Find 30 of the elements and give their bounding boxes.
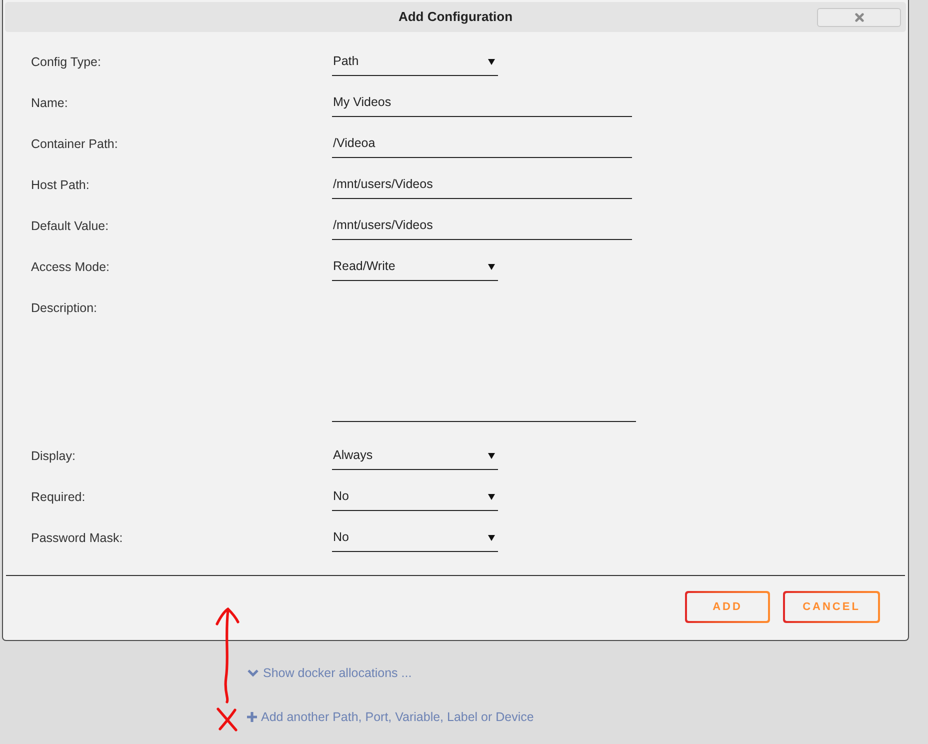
field-label: Password Mask: bbox=[31, 530, 123, 547]
plus-icon bbox=[247, 712, 257, 722]
dropdown[interactable]: Read/Write bbox=[332, 253, 498, 281]
caret-icon bbox=[488, 58, 495, 64]
field-label: Host Path: bbox=[31, 177, 90, 194]
caret-icon bbox=[488, 452, 495, 458]
chevron-down-icon bbox=[247, 669, 259, 677]
text-field[interactable]: /mnt/users/Videos bbox=[332, 171, 632, 199]
close-button[interactable] bbox=[817, 8, 901, 26]
field-label: Config Type: bbox=[31, 54, 101, 71]
cross-mark bbox=[216, 708, 238, 732]
caret-icon bbox=[488, 494, 495, 500]
field-label: Display: bbox=[31, 448, 76, 465]
text-field[interactable]: /mnt/users/Videos bbox=[332, 212, 632, 240]
field-label: Required: bbox=[31, 489, 86, 506]
dialog-title: Add Configuration bbox=[398, 9, 513, 25]
dropdown[interactable]: No bbox=[332, 483, 498, 511]
dropdown[interactable]: Always bbox=[332, 442, 498, 470]
text-field[interactable]: /Videoa bbox=[332, 130, 632, 158]
caret-icon bbox=[488, 534, 495, 540]
dropdown[interactable]: No bbox=[332, 524, 498, 552]
dropdown[interactable]: Path bbox=[332, 48, 498, 76]
field-label: Name: bbox=[31, 95, 68, 112]
field-label: Description: bbox=[31, 300, 97, 317]
close-icon bbox=[854, 12, 864, 22]
field-label: Access Mode: bbox=[31, 259, 110, 276]
field-label: Default Value: bbox=[31, 218, 109, 235]
text-field[interactable]: My Videos bbox=[332, 89, 632, 117]
caret-icon bbox=[488, 264, 495, 270]
field-label: Container Path: bbox=[31, 136, 118, 153]
